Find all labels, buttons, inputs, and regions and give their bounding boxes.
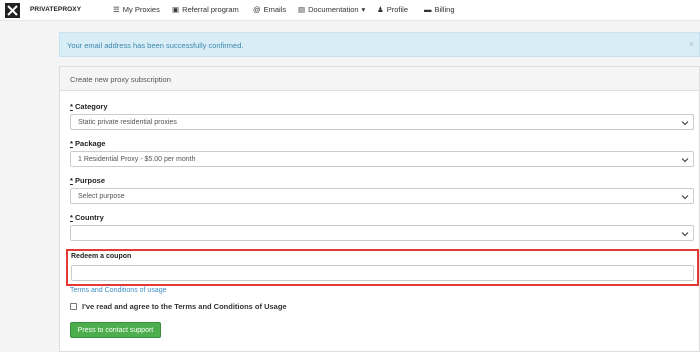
nav-label: Emails [263,5,287,14]
country-label: * Country [70,213,104,222]
nav-label: Billing [434,5,455,14]
contact-support-button[interactable]: Press to contact support [70,322,161,338]
top-navbar: PRIVATEPROXY ☰ My Proxies ▣ Referral pro… [0,0,700,21]
chevron-down-icon [681,232,689,237]
terms-link[interactable]: Terms and Conditions of usage [70,287,167,294]
chevron-down-icon [681,158,689,163]
video-icon: ▣ [172,4,180,14]
logo-icon[interactable] [5,3,20,18]
coupon-highlight-box: Redeem a coupon [66,249,699,286]
user-icon: ♟ [377,4,384,14]
category-value: Static private residential proxies [78,119,177,126]
book-icon: ▤ [298,4,306,14]
chevron-down-icon [681,121,689,126]
nav-profile[interactable]: ♟ Profile [377,5,408,14]
nav-documentation[interactable]: ▤ Documentation ▾ [298,5,365,14]
success-alert: Your email address has been successfully… [59,32,700,57]
required-mark: * [70,102,73,111]
category-label: * Category [70,102,108,111]
nav-label: Referral program [182,5,239,14]
required-mark: * [70,213,73,222]
panel-title: Create new proxy subscription [70,75,171,84]
package-select[interactable]: 1 Residential Proxy - $5.00 per month [70,151,694,167]
nav-label: My Proxies [122,5,160,14]
subscription-panel: Create new proxy subscription * Category… [59,66,700,352]
required-mark: * [70,139,73,148]
caret-down-icon: ▾ [361,4,366,14]
at-icon: @ [253,4,261,14]
nav-label: Documentation [308,5,359,14]
coupon-input[interactable] [71,265,694,281]
agree-checkbox[interactable] [70,303,77,310]
purpose-label-text: Purpose [75,176,106,185]
package-value: 1 Residential Proxy - $5.00 per month [78,156,196,163]
category-select[interactable]: Static private residential proxies [70,114,694,130]
card-icon: ▬ [424,4,432,14]
required-mark: * [70,176,73,185]
list-icon: ☰ [113,4,120,14]
country-label-text: Country [75,213,104,222]
nav-emails[interactable]: @ Emails [253,5,286,14]
package-label: * Package [70,139,105,148]
purpose-value: Select purpose [78,193,125,200]
package-label-text: Package [75,139,106,148]
agree-label[interactable]: I've read and agree to the Terms and Con… [82,302,287,311]
panel-heading: Create new proxy subscription [60,67,699,91]
chevron-down-icon [681,195,689,200]
purpose-select[interactable]: Select purpose [70,188,694,204]
brand-name[interactable]: PRIVATEPROXY [30,6,81,13]
nav-referral-program[interactable]: ▣ Referral program [172,5,239,14]
agree-row: I've read and agree to the Terms and Con… [70,302,287,311]
close-icon[interactable]: × [689,39,694,49]
nav-billing[interactable]: ▬ Billing [424,5,455,14]
country-select[interactable] [70,225,694,241]
category-label-text: Category [75,102,108,111]
coupon-label: Redeem a coupon [71,253,132,260]
nav-my-proxies[interactable]: ☰ My Proxies [113,5,160,14]
alert-message: Your email address has been successfully… [67,41,244,50]
nav-label: Profile [386,5,408,14]
purpose-label: * Purpose [70,176,105,185]
